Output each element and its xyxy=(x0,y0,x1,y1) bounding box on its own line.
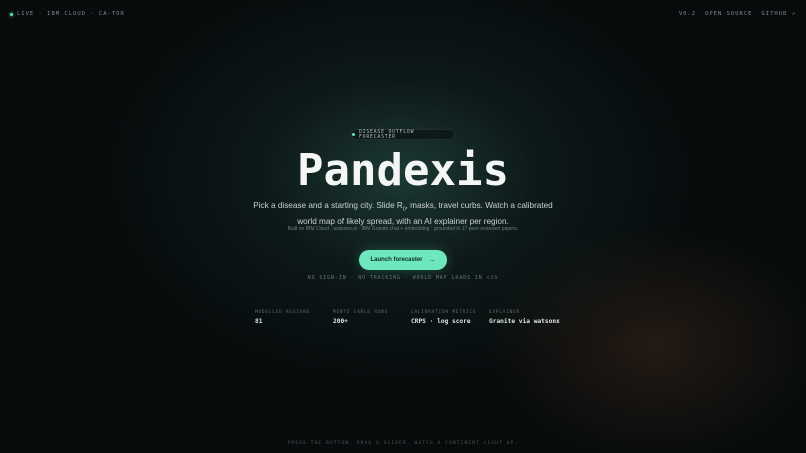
stat-calibration-metrics: CALIBRATION METRICS CRPS · log score xyxy=(411,310,476,325)
hero-meta: NO SIGN-IN · NO TRACKING · WORLD MAP LOA… xyxy=(307,276,499,281)
stat-value: 81 xyxy=(255,318,263,325)
stats-row: MODELLED REGIONS 81 MONTE CARLO RUNS 200… xyxy=(255,310,565,326)
status-text: LIVE · IBM CLOUD · CA-TOR xyxy=(17,11,125,17)
stat-explainer: EXPLAINER Granite via watsonx xyxy=(489,310,560,325)
stat-value: 200+ xyxy=(333,318,348,325)
stat-label: MONTE CARLO RUNS xyxy=(333,310,389,315)
launch-forecaster-button[interactable]: Launch forecaster → xyxy=(359,250,447,270)
badge-dot-icon xyxy=(352,133,355,136)
stat-value: Granite via watsonx xyxy=(489,318,560,325)
page-title: Pandexis xyxy=(297,145,509,196)
badge-label: DISEASE OUTFLOW FORECASTER xyxy=(358,129,415,140)
hero-tagline: Pick a disease and a starting city. Slid… xyxy=(253,200,553,228)
tagline-text-start: Pick a disease and a starting city. Slid… xyxy=(253,201,403,210)
arrow-right-icon: → xyxy=(428,256,436,264)
stat-value: CRPS · log score xyxy=(411,318,471,325)
github-link[interactable]: GITHUB ↗ xyxy=(762,11,797,17)
status-indicator: LIVE · IBM CLOUD · CA-TOR xyxy=(10,11,125,17)
top-bar: LIVE · IBM CLOUD · CA-TOR V0.2 OPEN SOUR… xyxy=(10,9,796,19)
open-source-link[interactable]: OPEN SOURCE xyxy=(705,11,752,17)
stat-modelled-regions: MODELLED REGIONS 81 xyxy=(255,310,310,325)
hero-subline: Built on IBM Cloud · watsonx.ai · IBM Gr… xyxy=(287,226,519,232)
stat-label: CALIBRATION METRICS xyxy=(411,310,477,315)
stat-monte-carlo-runs: MONTE CARLO RUNS 200+ xyxy=(333,310,388,325)
hero-badge: DISEASE OUTFLOW FORECASTER xyxy=(351,129,455,140)
top-nav: V0.2 OPEN SOURCE GITHUB ↗ xyxy=(679,11,796,17)
stat-label: EXPLAINER xyxy=(489,310,520,315)
footer-tagline: PRESS THE BUTTON. DRAG A SLIDER. WATCH A… xyxy=(287,441,519,446)
version-link[interactable]: V0.2 xyxy=(679,11,696,17)
launch-button-label: Launch forecaster xyxy=(370,257,423,263)
stat-label: MODELLED REGIONS xyxy=(255,310,311,315)
live-dot-icon xyxy=(10,12,13,16)
